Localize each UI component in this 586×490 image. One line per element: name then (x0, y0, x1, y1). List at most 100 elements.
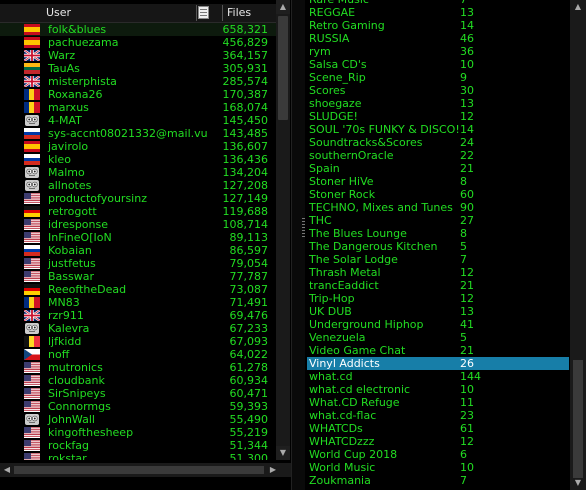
room-row[interactable]: RUSSIA 46 (305, 32, 570, 45)
user-row[interactable]: sys-accnt08021332@mail.vu 143,485 (0, 127, 276, 140)
notes-icon[interactable] (198, 6, 209, 19)
user-list-horizontal-scrollbar[interactable]: ◀ ▶ (0, 463, 291, 477)
room-row[interactable]: southernOracle 22 (305, 149, 570, 162)
user-row[interactable]: rockfag 51,344 (0, 439, 276, 452)
panel-splitter[interactable] (291, 0, 306, 490)
user-row[interactable]: retrogott 119,688 (0, 205, 276, 218)
user-row[interactable]: InFineO[IoN 89,113 (0, 231, 276, 244)
room-row[interactable]: Spain 21 (305, 162, 570, 175)
room-name: rym (309, 45, 331, 58)
user-row[interactable]: kleo 136,436 (0, 153, 276, 166)
room-row[interactable]: The Blues Lounge 8 (305, 227, 570, 240)
unknown-country-icon (24, 414, 40, 425)
room-row[interactable]: what.cd electronic 10 (305, 383, 570, 396)
column-separator[interactable] (222, 5, 223, 21)
room-row[interactable]: TECHNO, Mixes and Tunes 90 (305, 201, 570, 214)
room-row[interactable]: Salsa CD's 10 (305, 58, 570, 71)
user-row[interactable]: Connormgs 59,393 (0, 400, 276, 413)
user-name: folk&blues (48, 23, 107, 36)
user-list-vertical-scrollbar[interactable]: ▲ ▼ (276, 0, 290, 460)
room-row[interactable]: World Cup 2018 6 (305, 448, 570, 461)
scroll-down-arrow-icon[interactable]: ▼ (570, 476, 586, 490)
user-row[interactable]: Kobaian 86,597 (0, 244, 276, 257)
user-row[interactable]: pachuezama 456,829 (0, 36, 276, 49)
user-row[interactable]: idresponse 108,714 (0, 218, 276, 231)
user-row[interactable]: ljfkidd 67,093 (0, 335, 276, 348)
room-row[interactable]: Stoner HiVe 8 (305, 175, 570, 188)
room-row[interactable]: Zoukmania 7 (305, 474, 570, 487)
user-row[interactable]: allnotes 127,208 (0, 179, 276, 192)
room-list-vertical-scrollbar[interactable]: ▲ ▼ (570, 0, 586, 490)
column-header-files[interactable]: Files (227, 4, 251, 22)
room-row[interactable]: Stoner Rock 60 (305, 188, 570, 201)
room-list[interactable]: Rare Music7REGGAE13Retro Gaming14RUSSIA4… (305, 0, 570, 490)
room-row[interactable]: The Solar Lodge 7 (305, 253, 570, 266)
column-separator[interactable] (196, 5, 197, 21)
user-row[interactable]: Malmo 134,204 (0, 166, 276, 179)
scrollbar-thumb[interactable] (278, 16, 288, 120)
room-row[interactable]: rym 36 (305, 45, 570, 58)
scroll-down-arrow-icon[interactable]: ▼ (276, 446, 290, 460)
belgium-flag-icon (24, 336, 40, 347)
user-file-count: 658,321 (222, 23, 269, 36)
scroll-up-arrow-icon[interactable]: ▲ (570, 0, 586, 14)
scrollbar-thumb[interactable] (573, 360, 583, 478)
room-row[interactable]: shoegaze 13 (305, 97, 570, 110)
user-row[interactable]: Kalevra 67,233 (0, 322, 276, 335)
room-row[interactable]: World Music 10 (305, 461, 570, 474)
room-row[interactable]: Scene_Rip 9 (305, 71, 570, 84)
room-row[interactable]: Thrash Metal 12 (305, 266, 570, 279)
user-row[interactable]: Roxana26 170,387 (0, 88, 276, 101)
user-row[interactable]: javirolo 136,607 (0, 140, 276, 153)
room-row[interactable]: trancEaddict 21 (305, 279, 570, 292)
user-row[interactable]: productofyoursinz 127,149 (0, 192, 276, 205)
room-row[interactable]: REGGAE 13 (305, 6, 570, 19)
room-row[interactable]: what.cd-flac 23 (305, 409, 570, 422)
user-row[interactable]: noff 64,022 (0, 348, 276, 361)
scroll-up-arrow-icon[interactable]: ▲ (276, 0, 290, 14)
user-row[interactable]: justfetus 79,054 (0, 257, 276, 270)
column-header-user[interactable]: User (46, 4, 71, 22)
user-row[interactable]: MN83 71,491 (0, 296, 276, 309)
room-row[interactable]: SLUDGE! 12 (305, 110, 570, 123)
user-row[interactable]: Warz 364,157 (0, 49, 276, 62)
room-row[interactable]: Scores 30 (305, 84, 570, 97)
user-name: noff (48, 348, 70, 361)
room-row-selected[interactable]: Vinyl Addicts 26 (307, 357, 569, 370)
room-row[interactable]: Venezuela 5 (305, 331, 570, 344)
user-row[interactable]: folk&blues 658,321 (0, 23, 276, 36)
user-file-count: 77,787 (229, 270, 269, 283)
user-row[interactable]: kingofthesheep 55,219 (0, 426, 276, 439)
room-row[interactable]: Soundtracks&Scores 24 (305, 136, 570, 149)
room-row[interactable]: WHATCDs 61 (305, 422, 570, 435)
user-row[interactable]: Basswar 77,787 (0, 270, 276, 283)
room-row[interactable]: Trip-Hop 12 (305, 292, 570, 305)
user-row[interactable]: rzr911 69,476 (0, 309, 276, 322)
room-row[interactable]: Underground Hiphop 41 (305, 318, 570, 331)
user-row[interactable]: rokstar 51,300 (0, 452, 276, 460)
user-row[interactable]: SirSnipeys 60,471 (0, 387, 276, 400)
user-row[interactable]: marxus 168,074 (0, 101, 276, 114)
room-user-count: 14 (460, 19, 474, 32)
room-row[interactable]: UK DUB 13 (305, 305, 570, 318)
user-row[interactable]: mutronics 61,278 (0, 361, 276, 374)
scroll-right-arrow-icon[interactable]: ▶ (266, 463, 280, 477)
user-list[interactable]: folk&blues 658,321 pachuezama 456,829 Warz 36… (0, 23, 276, 460)
room-row[interactable]: What.CD Refuge 11 (305, 396, 570, 409)
room-row[interactable]: Retro Gaming 14 (305, 19, 570, 32)
room-row[interactable]: The Dangerous Kitchen 5 (305, 240, 570, 253)
user-row[interactable]: JohnWall 55,490 (0, 413, 276, 426)
user-row[interactable]: misterphista 285,574 (0, 75, 276, 88)
room-row[interactable]: THC 27 (305, 214, 570, 227)
user-row[interactable]: ReeoftheDead 73,087 (0, 283, 276, 296)
room-row[interactable]: SOUL '70s FUNKY & DISCO! 14 (305, 123, 570, 136)
room-name: Video Game Chat (309, 344, 406, 357)
user-row[interactable]: cloudbank 60,934 (0, 374, 276, 387)
user-row[interactable]: TauAs 305,931 (0, 62, 276, 75)
scroll-left-arrow-icon[interactable]: ◀ (0, 463, 14, 477)
scrollbar-thumb[interactable] (14, 466, 264, 474)
room-row[interactable]: Video Game Chat 21 (305, 344, 570, 357)
user-row[interactable]: 4-MAT 145,450 (0, 114, 276, 127)
room-row[interactable]: what.cd 144 (305, 370, 570, 383)
room-row[interactable]: WHATCDzzz 12 (305, 435, 570, 448)
